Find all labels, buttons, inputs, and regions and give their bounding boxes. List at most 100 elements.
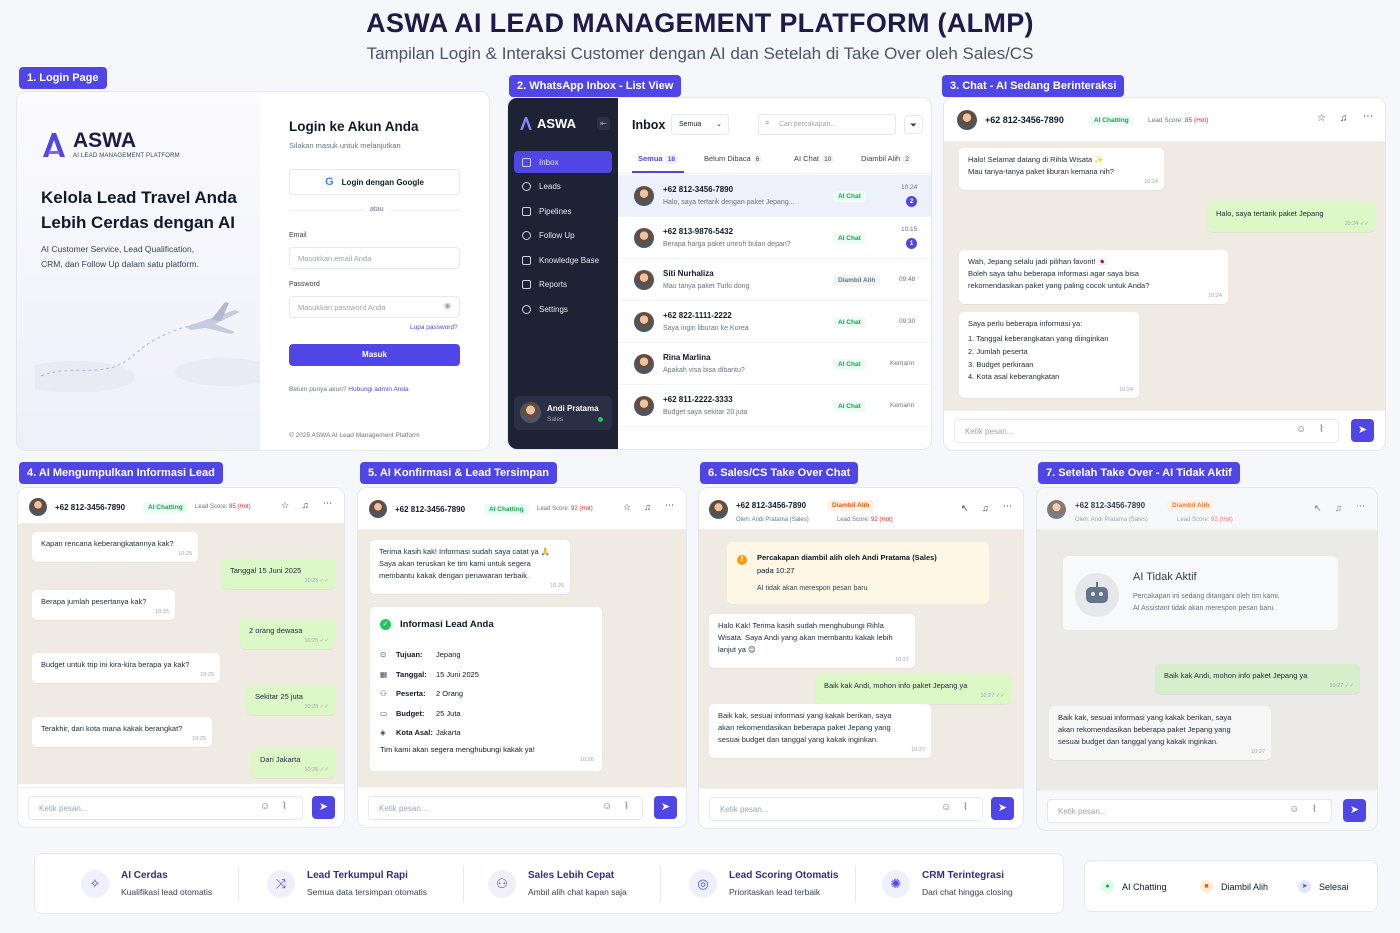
google-login-button[interactable]: G Login dengan Google [289, 169, 460, 195]
tab-ai-chat[interactable]: AI Chat 10 [794, 154, 835, 164]
chat-header: +62 812-3456-7890 Diambil Alih Oleh: And… [1037, 488, 1377, 530]
ai-inactive-card: AI Tidak Aktif Percakapan ini sedang dit… [1063, 556, 1338, 630]
email-label: Email [289, 232, 307, 239]
calendar-icon: ▦ [380, 669, 388, 679]
contact-name: +62 822-1111-2222 [663, 311, 732, 320]
contact-name: +62 811-2222-3333 [663, 395, 733, 404]
feature-title: Lead Scoring Otomatis [729, 870, 839, 881]
message-input[interactable]: Ketik pesan... [954, 419, 1339, 443]
send-button[interactable]: ➤ [1351, 419, 1374, 442]
message-time: 10:25 [200, 672, 214, 679]
lead-score: Lead Score: 92 (Hot) [837, 517, 893, 523]
sidebar-item-pipelines[interactable]: Pipelines [514, 200, 612, 222]
section-tag-inbox: 2. WhatsApp Inbox - List View [509, 75, 682, 97]
feature-item: ◎ Lead Scoring Otomatis Prioritaskan lead… [689, 870, 838, 898]
list-item[interactable]: +62 811-2222-3333 Budget saya sekitar 20… [618, 385, 931, 427]
pin-icon[interactable]: ↖ [1314, 503, 1322, 514]
page-subtitle: Tampilan Login & Interaksi Customer deng… [366, 44, 1034, 63]
list-item: 4. Kota asal keberangkatan [968, 372, 1060, 382]
inbox-title: Inbox [632, 118, 666, 132]
send-button[interactable]: ➤ [991, 797, 1014, 820]
status-badge: AI Chatting [1089, 115, 1134, 126]
filter-select[interactable]: Semua ⌄ [671, 114, 729, 135]
star-icon[interactable]: ☆ [281, 500, 289, 511]
card-title: AI Tidak Aktif [1133, 571, 1197, 583]
list-item[interactable]: Rina Marlina Apakah visa bisa dibantu? A… [618, 343, 931, 385]
robot-icon [1075, 573, 1119, 617]
paperclip-icon[interactable]: ⌇ [1312, 804, 1317, 815]
message-time: Kemarin [890, 360, 915, 367]
status-badge: AI Chat [833, 359, 866, 370]
login-submit-button[interactable]: Masuk [289, 344, 460, 366]
send-button[interactable]: ➤ [312, 796, 335, 819]
chat-panel-ai: +62 812-3456-7890 AI Chatting Lead Score… [943, 97, 1386, 451]
bell-icon[interactable]: ♫ [1335, 503, 1342, 513]
more-icon[interactable]: ⋯ [323, 498, 332, 509]
paperclip-icon[interactable]: ⌇ [1319, 424, 1324, 435]
message-customer: Tanggal 15 Juni 2025 10:25 ✓✓ [221, 559, 335, 589]
funnel-icon[interactable]: ⏷ [904, 115, 923, 134]
tab-diambil-alih[interactable]: Diambil Alih 2 [861, 154, 912, 164]
sidebar-item-knowledge-base[interactable]: Knowledge Base [514, 249, 612, 271]
last-message: Apakah visa bisa dibantu? [663, 367, 745, 374]
current-user[interactable]: Andi Pratama Sales [514, 396, 612, 430]
message-text: Halo Kak! Terima kasih sudah menghubungi… [718, 621, 893, 654]
forgot-password-link[interactable]: Lupa password? [410, 324, 458, 331]
message-time: 10:26 [580, 757, 594, 763]
tab-semua[interactable]: Semua 18 [638, 154, 678, 164]
contact-admin-link[interactable]: Hubungi admin Anda [348, 386, 408, 393]
section-tag-takeover: 6. Sales/CS Take Over Chat [700, 462, 859, 484]
feature-sub: Dari chat hingga closing [922, 887, 1013, 897]
message-time: 10:27 [911, 747, 925, 754]
emoji-icon[interactable]: ☺ [602, 801, 612, 812]
message-text: Baik kak, sesuai informasi yang kakak be… [1058, 713, 1232, 746]
lead-score-value: 85 (Hot) [1184, 117, 1209, 124]
star-icon[interactable]: ☆ [623, 502, 631, 513]
password-field[interactable]: Masukkan password Anda [289, 296, 460, 318]
paperclip-icon[interactable]: ⌇ [282, 801, 287, 812]
tab-belum-dibaca[interactable]: Belum Dibaca 6 [704, 154, 763, 164]
more-icon[interactable]: ⋯ [665, 500, 674, 511]
send-button[interactable]: ➤ [1343, 799, 1366, 822]
email-field[interactable]: Masukkan email Anda [289, 247, 460, 269]
list-item[interactable]: Siti Nurhaliza Mau tanya paket Turki don… [618, 259, 931, 301]
search-input[interactable]: Cari percakapan... [758, 114, 896, 135]
star-icon[interactable]: ☆ [1317, 113, 1326, 124]
emoji-icon[interactable]: ☺ [941, 802, 951, 813]
sidebar-item-follow-up[interactable]: Follow Up [514, 225, 612, 247]
more-icon[interactable]: ⋯ [1363, 111, 1373, 122]
section-tag-ai-inactive: 7. Setelah Take Over - AI Tidak Aktif [1038, 462, 1240, 484]
sidebar-item-reports[interactable]: Reports [514, 274, 612, 296]
bell-icon[interactable]: ♫ [644, 502, 651, 512]
emoji-icon[interactable]: ☺ [260, 801, 270, 812]
paperclip-icon[interactable]: ⌇ [963, 802, 968, 813]
paperclip-icon[interactable]: ⌇ [624, 801, 629, 812]
bell-icon[interactable]: ♫ [1340, 113, 1348, 124]
eye-icon[interactable]: ◉ [444, 301, 451, 310]
pin-icon[interactable]: ↖ [961, 503, 969, 514]
collapse-icon[interactable]: ⇤ [597, 117, 610, 130]
emoji-icon[interactable]: ☺ [1296, 424, 1306, 435]
more-icon[interactable]: ⋯ [1356, 501, 1365, 512]
list-item[interactable]: +62 812-3456-7890 Halo, saya tertarik de… [618, 175, 931, 217]
status-badge: Diambil Alih [827, 500, 875, 511]
sidebar-item-leads[interactable]: Leads [514, 176, 612, 198]
field-value: Jepang [436, 650, 461, 659]
sidebar-item-settings[interactable]: Settings [514, 299, 612, 321]
list-item[interactable]: +62 822-1111-2222 Saya ingin liburan ke … [618, 301, 931, 343]
unread-badge: 1 [906, 238, 917, 249]
send-button[interactable]: ➤ [654, 796, 677, 819]
sidebar-item-inbox[interactable]: Inbox [514, 151, 612, 173]
more-icon[interactable]: ⋯ [1003, 501, 1012, 512]
lead-score: Lead Score: 92 (Hot) [1177, 517, 1233, 523]
bell-icon[interactable]: ♫ [302, 500, 309, 510]
emoji-icon[interactable]: ☺ [1289, 804, 1299, 815]
robot-eye [1099, 592, 1103, 596]
sidebar-item-label: Inbox [539, 157, 559, 167]
bell-icon[interactable]: ♫ [982, 503, 989, 513]
login-subtitle: Silakan masuk untuk melanjutkan [289, 141, 401, 150]
list-item[interactable]: +62 813-9876-5432 Berapa harga paket umr… [618, 217, 931, 259]
sidebar-item-label: Pipelines [539, 206, 572, 216]
message-text: Baik kak, sesuai informasi yang kakak be… [718, 711, 892, 744]
message-text: Budget untuk trip ini kira-kira berapa y… [41, 660, 190, 669]
